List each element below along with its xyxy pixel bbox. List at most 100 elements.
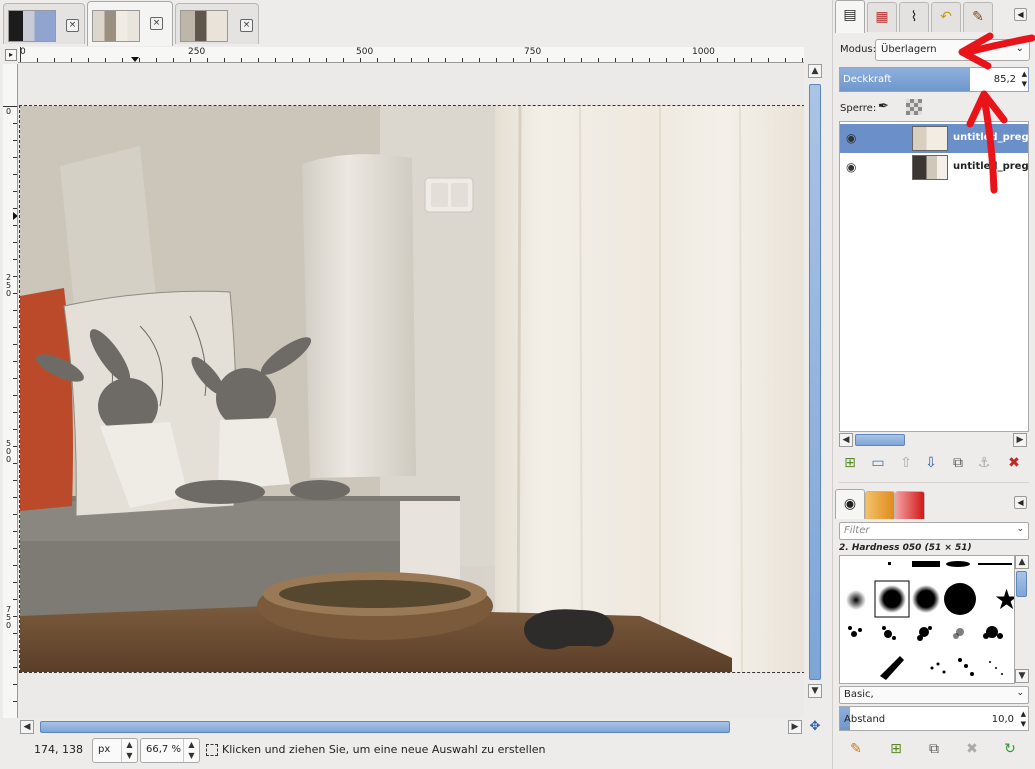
spacing-slider[interactable]: Abstand 10,0 ▲ ▼ [839,706,1029,731]
spacing-value: 10,0 [991,714,1014,725]
scroll-down-icon[interactable]: ▼ [808,684,822,698]
duplicate-brush-icon[interactable]: ⧉ [923,738,945,760]
raise-layer-icon[interactable]: ⇧ [895,452,917,474]
close-icon[interactable]: × [150,17,163,30]
ruler-tick [13,429,17,430]
scroll-up-icon[interactable]: ▲ [1015,555,1029,569]
anchor-layer-icon[interactable]: ⚓ [973,452,995,474]
ruler-corner-button[interactable]: ▸ [5,49,17,61]
delete-layer-icon[interactable]: ✖ [1003,452,1025,474]
layer-list-scrollbar[interactable]: ◀ ▶ [839,432,1029,448]
scroll-down-icon[interactable]: ▼ [1015,669,1029,683]
edit-brush-icon[interactable]: ✎ [845,738,867,760]
navigate-icon[interactable]: ✥ [808,720,822,734]
ruler-tick [13,276,17,277]
ruler-tick [13,140,17,141]
undo-icon[interactable]: ↶ [931,2,961,32]
scroll-left-icon[interactable]: ◀ [839,433,853,447]
brushes-icon[interactable]: ◉ [835,489,865,519]
scroll-right-icon[interactable]: ▶ [1013,433,1027,447]
tab-thumbnail [92,10,140,42]
opacity-label: Deckkraft [843,74,892,85]
close-icon[interactable]: × [66,19,79,32]
ruler-tick [258,58,259,62]
ruler-tick [13,514,17,515]
horizontal-scrollbar[interactable]: ◀ ▶ [18,718,804,736]
canvas-image[interactable] [19,105,804,673]
ruler-tick [54,58,55,62]
brush-icon[interactable]: ✎ [963,2,993,32]
visibility-eye-icon[interactable]: ◉ [846,131,856,145]
image-tab-bar: × × × [0,0,832,46]
unit-selector[interactable]: px ▲ ▼ [92,738,138,763]
scroll-up-icon[interactable]: ▲ [808,64,822,78]
ruler-tick [411,58,412,62]
opacity-slider[interactable]: Deckkraft 85,2 ▲ ▼ [839,67,1029,92]
horizontal-ruler[interactable]: 0 250 500 750 1000 [18,47,804,63]
ruler-tick [13,208,17,209]
chevron-down-icon: ⌄ [1015,43,1024,54]
brush-filter-input[interactable]: Filter ⌄ [839,522,1029,540]
zoom-selector[interactable]: 66,7 % ▲ ▼ [140,738,200,763]
lower-layer-icon[interactable]: ⇩ [920,452,942,474]
channels-icon[interactable]: ▦ [867,2,897,32]
dock-menu-icon[interactable]: ◀ [1014,8,1027,21]
ruler-tick [207,58,208,62]
new-brush-icon[interactable]: ⊞ [885,738,907,760]
vertical-scrollbar[interactable]: ▲ ▼ [806,64,824,718]
image-tab-3[interactable]: × [175,3,259,44]
layer-row[interactable]: ◉ untitled_pregame [840,153,1028,182]
duplicate-layer-icon[interactable]: ⧉ [947,452,969,474]
layer-row[interactable]: ◉ untitled_pregame [840,124,1028,153]
image-viewport[interactable] [18,64,804,718]
scroll-left-icon[interactable]: ◀ [20,720,34,734]
spin-arrows-icon[interactable]: ▲ ▼ [1022,69,1027,89]
ruler-label: 500 [356,47,374,57]
ruler-tick [683,58,684,62]
scrollbar-thumb[interactable] [855,434,905,446]
ruler-tick [71,58,72,62]
dock-menu-icon[interactable]: ◀ [1014,496,1027,509]
ruler-tick [13,480,17,481]
ruler-tick [13,412,17,413]
ruler-tick [632,58,633,62]
lock-alpha-icon[interactable] [906,99,922,115]
delete-brush-icon[interactable]: ✖ [961,738,983,760]
close-icon[interactable]: × [240,19,253,32]
spin-arrows-icon[interactable]: ▲ ▼ [1021,709,1026,729]
image-tab-2[interactable]: × [87,1,173,46]
ruler-tick [513,58,514,62]
vertical-ruler[interactable]: 0 250 500 750 [3,64,18,718]
image-tab-1[interactable]: × [3,3,85,44]
scroll-right-icon[interactable]: ▶ [788,720,802,734]
ruler-tick [700,58,701,62]
layer-list[interactable]: ◉ untitled_pregame ◉ untitled_pregame [839,121,1029,432]
scrollbar-thumb[interactable] [1016,571,1027,597]
palettes-icon[interactable] [895,491,925,519]
ruler-tick [173,58,174,62]
brush-grid-scrollbar[interactable]: ▲ ▼ [1014,555,1029,684]
chevron-down-icon: ⌄ [1016,688,1024,698]
ruler-label: 500 [6,439,12,464]
layers-icon[interactable]: ▤ [835,0,865,33]
lock-label: Sperre: [840,103,877,114]
brush-name: 2. Hardness 050 (51 × 51) [839,543,972,553]
lock-pixels-icon[interactable]: ✒ [878,99,889,114]
brush-actions: ✎ ⊞ ⧉ ✖ ↻ [839,738,1029,760]
refresh-brushes-icon[interactable]: ↻ [999,738,1021,760]
ruler-tick [13,548,17,549]
scrollbar-thumb[interactable] [809,84,821,680]
mode-dropdown[interactable]: Überlagern ⌄ [875,39,1030,61]
spin-arrows-icon: ▲ ▼ [183,739,199,762]
new-layer-group-icon[interactable]: ▭ [867,452,889,474]
brush-preset-dropdown[interactable]: Basic, ⌄ [839,686,1029,704]
brush-preset-value: Basic, [844,689,874,700]
new-layer-icon[interactable]: ⊞ [839,452,861,474]
gradients-icon[interactable] [865,491,895,519]
visibility-eye-icon[interactable]: ◉ [846,160,856,174]
ruler-label: 0 [6,107,12,116]
brush-grid[interactable]: ★ [839,555,1015,684]
scrollbar-thumb[interactable] [40,721,730,733]
unit-value: px [98,744,111,755]
paths-icon[interactable]: ⌇ [899,2,929,32]
